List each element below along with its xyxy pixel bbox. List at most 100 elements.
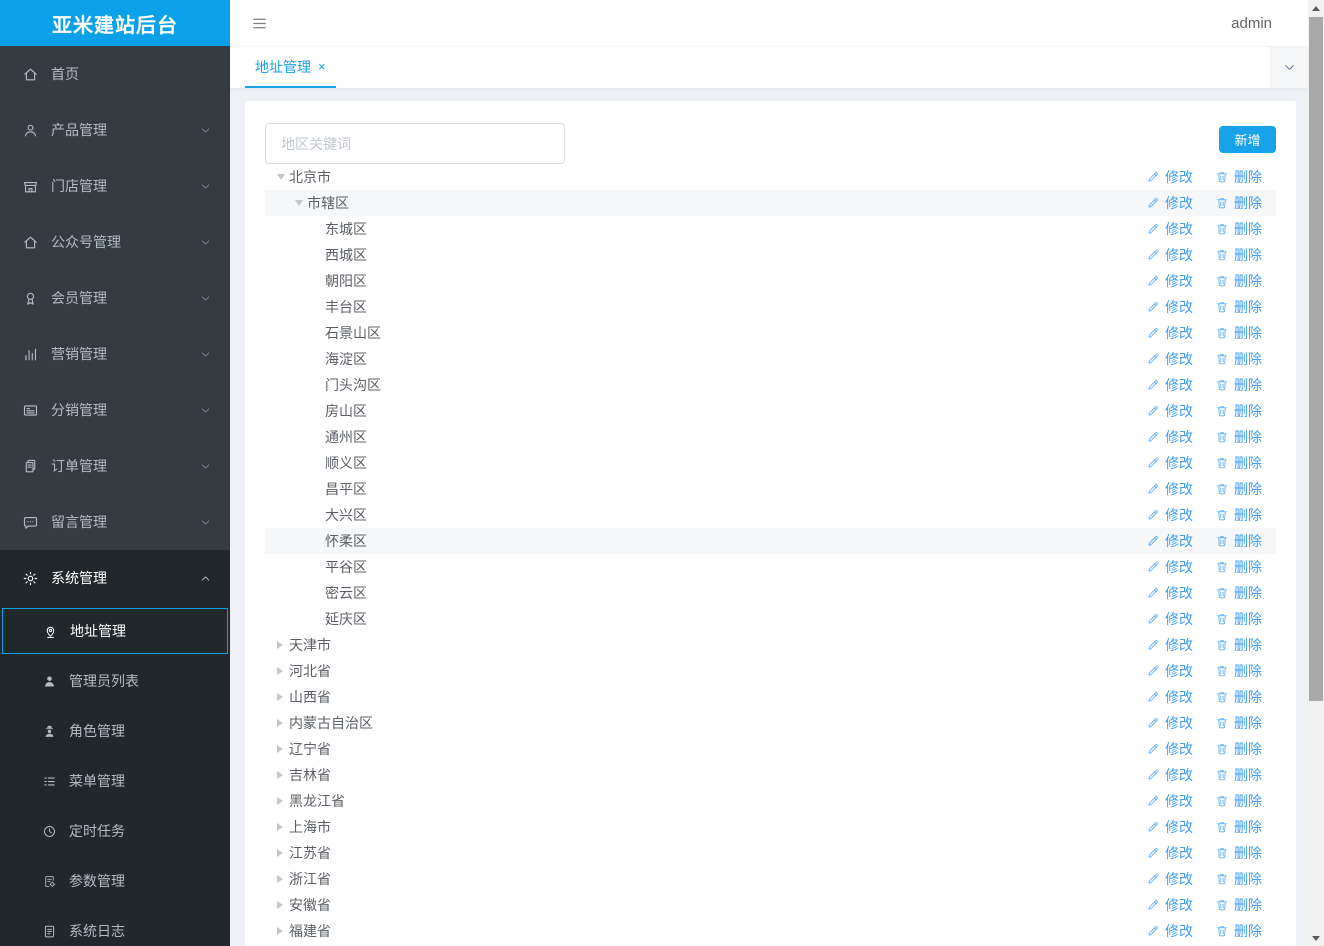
delete-action[interactable]: 删除 — [1215, 219, 1262, 239]
delete-action[interactable]: 删除 — [1215, 687, 1262, 707]
sidebar-subitem[interactable]: 管理员列表 — [0, 656, 230, 706]
edit-action[interactable]: 修改 — [1146, 193, 1193, 213]
delete-action[interactable]: 删除 — [1215, 167, 1262, 187]
tree-row[interactable]: 上海市 修改 删除 — [265, 814, 1276, 840]
delete-action[interactable]: 删除 — [1215, 713, 1262, 733]
sidebar-subitem[interactable]: 系统日志 — [0, 906, 230, 946]
delete-action[interactable]: 删除 — [1215, 375, 1262, 395]
delete-action[interactable]: 删除 — [1215, 505, 1262, 525]
tree-row[interactable]: 丰台区 修改 删除 — [265, 294, 1276, 320]
tree-row[interactable]: 顺义区 修改 删除 — [265, 450, 1276, 476]
delete-action[interactable]: 删除 — [1215, 245, 1262, 265]
tree-row[interactable]: 昌平区 修改 删除 — [265, 476, 1276, 502]
sidebar-subitem[interactable]: 地址管理 — [2, 608, 228, 654]
edit-action[interactable]: 修改 — [1146, 167, 1193, 187]
delete-action[interactable]: 删除 — [1215, 531, 1262, 551]
expand-triangle-icon[interactable] — [277, 849, 289, 857]
tree-row[interactable]: 福建省 修改 删除 — [265, 918, 1276, 944]
tab-address-management[interactable]: 地址管理 × — [245, 47, 336, 88]
edit-action[interactable]: 修改 — [1146, 843, 1193, 863]
expand-triangle-icon[interactable] — [277, 797, 289, 805]
tree-row[interactable]: 延庆区 修改 删除 — [265, 606, 1276, 632]
expand-triangle-icon[interactable] — [277, 771, 289, 779]
scroll-up-arrow[interactable] — [1308, 0, 1324, 16]
scrollbar-thumb[interactable] — [1309, 17, 1323, 701]
delete-action[interactable]: 删除 — [1215, 843, 1262, 863]
tree-row[interactable]: 内蒙古自治区 修改 删除 — [265, 710, 1276, 736]
tree-row[interactable]: 大兴区 修改 删除 — [265, 502, 1276, 528]
edit-action[interactable]: 修改 — [1146, 375, 1193, 395]
tree-row[interactable]: 朝阳区 修改 删除 — [265, 268, 1276, 294]
delete-action[interactable]: 删除 — [1215, 427, 1262, 447]
delete-action[interactable]: 删除 — [1215, 323, 1262, 343]
scrollbar[interactable] — [1308, 0, 1324, 946]
tree-row[interactable]: 河北省 修改 删除 — [265, 658, 1276, 684]
edit-action[interactable]: 修改 — [1146, 245, 1193, 265]
expand-triangle-icon[interactable] — [277, 901, 289, 909]
expand-triangle-icon[interactable] — [277, 667, 289, 675]
sidebar-item[interactable]: 营销管理 — [0, 326, 230, 382]
edit-action[interactable]: 修改 — [1146, 297, 1193, 317]
sidebar-item[interactable]: 公众号管理 — [0, 214, 230, 270]
tree-row[interactable]: 房山区 修改 删除 — [265, 398, 1276, 424]
tree-row[interactable]: 通州区 修改 删除 — [265, 424, 1276, 450]
tree-row[interactable]: 吉林省 修改 删除 — [265, 762, 1276, 788]
close-icon[interactable]: × — [318, 60, 326, 73]
tree-row[interactable]: 门头沟区 修改 删除 — [265, 372, 1276, 398]
sidebar-subitem[interactable]: 定时任务 — [0, 806, 230, 856]
tree-row[interactable]: 石景山区 修改 删除 — [265, 320, 1276, 346]
delete-action[interactable]: 删除 — [1215, 453, 1262, 473]
edit-action[interactable]: 修改 — [1146, 531, 1193, 551]
tree-row[interactable]: 辽宁省 修改 删除 — [265, 736, 1276, 762]
edit-action[interactable]: 修改 — [1146, 869, 1193, 889]
tree-row[interactable]: 安徽省 修改 删除 — [265, 892, 1276, 918]
tree-row[interactable]: 西城区 修改 删除 — [265, 242, 1276, 268]
sidebar-item[interactable]: 产品管理 — [0, 102, 230, 158]
tree-row[interactable]: 海淀区 修改 删除 — [265, 346, 1276, 372]
edit-action[interactable]: 修改 — [1146, 557, 1193, 577]
expand-triangle-icon[interactable] — [277, 693, 289, 701]
edit-action[interactable]: 修改 — [1146, 713, 1193, 733]
sidebar-item-system[interactable]: 系统管理 — [0, 550, 230, 606]
delete-action[interactable]: 删除 — [1215, 765, 1262, 785]
edit-action[interactable]: 修改 — [1146, 323, 1193, 343]
tree-row[interactable]: 密云区 修改 删除 — [265, 580, 1276, 606]
edit-action[interactable]: 修改 — [1146, 271, 1193, 291]
edit-action[interactable]: 修改 — [1146, 895, 1193, 915]
edit-action[interactable]: 修改 — [1146, 349, 1193, 369]
edit-action[interactable]: 修改 — [1146, 661, 1193, 681]
tree-row[interactable]: 天津市 修改 删除 — [265, 632, 1276, 658]
tree-row[interactable]: 东城区 修改 删除 — [265, 216, 1276, 242]
expand-triangle-icon[interactable] — [277, 823, 289, 831]
sidebar-item[interactable]: 会员管理 — [0, 270, 230, 326]
hamburger-icon[interactable] — [250, 15, 269, 32]
edit-action[interactable]: 修改 — [1146, 739, 1193, 759]
edit-action[interactable]: 修改 — [1146, 427, 1193, 447]
tree-row[interactable]: 市辖区 修改 删除 — [265, 190, 1276, 216]
edit-action[interactable]: 修改 — [1146, 687, 1193, 707]
edit-action[interactable]: 修改 — [1146, 479, 1193, 499]
edit-action[interactable]: 修改 — [1146, 505, 1193, 525]
delete-action[interactable]: 删除 — [1215, 635, 1262, 655]
sidebar-item[interactable]: 订单管理 — [0, 438, 230, 494]
delete-action[interactable]: 删除 — [1215, 271, 1262, 291]
tree-row[interactable]: 山西省 修改 删除 — [265, 684, 1276, 710]
delete-action[interactable]: 删除 — [1215, 401, 1262, 421]
edit-action[interactable]: 修改 — [1146, 635, 1193, 655]
delete-action[interactable]: 删除 — [1215, 921, 1262, 941]
expand-triangle-icon[interactable] — [277, 745, 289, 753]
sidebar-item[interactable]: 分销管理 — [0, 382, 230, 438]
delete-action[interactable]: 删除 — [1215, 583, 1262, 603]
delete-action[interactable]: 删除 — [1215, 609, 1262, 629]
edit-action[interactable]: 修改 — [1146, 791, 1193, 811]
sidebar-item[interactable]: 留言管理 — [0, 494, 230, 550]
edit-action[interactable]: 修改 — [1146, 453, 1193, 473]
sidebar-subitem[interactable]: 菜单管理 — [0, 756, 230, 806]
search-input[interactable] — [265, 123, 565, 164]
delete-action[interactable]: 删除 — [1215, 869, 1262, 889]
sidebar-subitem[interactable]: 参数管理 — [0, 856, 230, 906]
tree-row[interactable]: 平谷区 修改 删除 — [265, 554, 1276, 580]
add-button[interactable]: 新增 — [1219, 126, 1276, 153]
edit-action[interactable]: 修改 — [1146, 583, 1193, 603]
tree-row[interactable]: 北京市 修改 删除 — [265, 164, 1276, 190]
